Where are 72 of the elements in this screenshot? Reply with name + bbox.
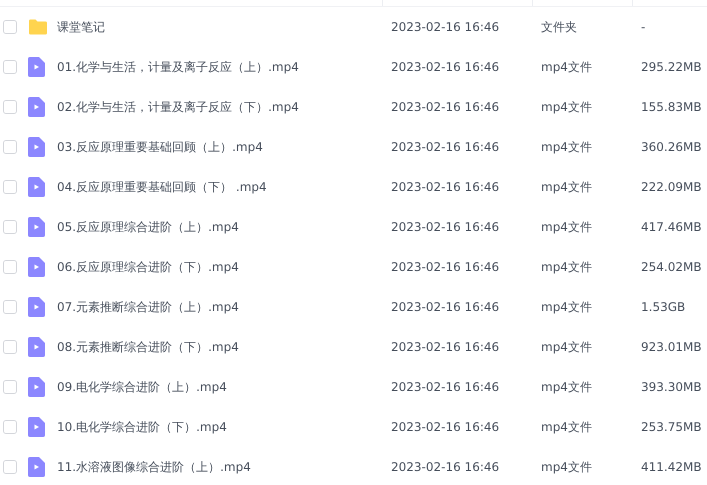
checkbox[interactable]	[3, 420, 17, 434]
video-file-icon	[28, 417, 45, 437]
file-name[interactable]: 11.水溶液图像综合进阶（上）.mp4	[57, 458, 383, 476]
modified-time: 2023-02-16 16:46	[390, 20, 500, 34]
video-file-icon	[28, 457, 45, 477]
checkbox[interactable]	[3, 140, 17, 154]
file-name[interactable]: 08.元素推断综合进阶（下）.mp4	[57, 338, 383, 356]
modified-time: 2023-02-16 16:46	[390, 340, 500, 354]
checkbox[interactable]	[3, 180, 17, 194]
video-file-icon	[28, 97, 45, 117]
file-type: mp4文件	[540, 258, 593, 276]
video-file-icon	[28, 177, 45, 197]
modified-time: 2023-02-16 16:46	[390, 420, 500, 434]
video-file-icon	[28, 257, 45, 277]
modified-time: 2023-02-16 16:46	[390, 260, 500, 274]
file-size: 295.22MB	[640, 60, 703, 74]
file-type: mp4文件	[540, 138, 593, 156]
file-type: mp4文件	[540, 98, 593, 116]
file-name[interactable]: 05.反应原理综合进阶（上）.mp4	[57, 218, 383, 236]
modified-time: 2023-02-16 16:46	[390, 100, 500, 114]
file-size: 254.02MB	[640, 260, 703, 274]
file-name[interactable]: 03.反应原理重要基础回顾（上）.mp4	[57, 138, 383, 156]
folder-icon	[28, 19, 48, 35]
file-type: mp4文件	[540, 418, 593, 436]
video-file-icon	[28, 217, 45, 237]
file-size: 1.53GB	[640, 300, 686, 314]
file-type: mp4文件	[540, 178, 593, 196]
checkbox[interactable]	[3, 300, 17, 314]
modified-time: 2023-02-16 16:46	[390, 60, 500, 74]
modified-time: 2023-02-16 16:46	[390, 460, 500, 474]
video-file-icon	[28, 297, 45, 317]
checkbox[interactable]	[3, 340, 17, 354]
video-file-icon	[28, 377, 45, 397]
file-size: 360.26MB	[640, 140, 703, 154]
checkbox[interactable]	[3, 60, 17, 74]
file-size: 417.46MB	[640, 220, 703, 234]
checkbox[interactable]	[3, 100, 17, 114]
file-name[interactable]: 10.电化学综合进阶（下）.mp4	[57, 418, 383, 436]
checkbox[interactable]	[3, 380, 17, 394]
checkbox[interactable]	[3, 220, 17, 234]
file-name[interactable]: 01.化学与生活，计量及离子反应（上）.mp4	[57, 58, 383, 76]
checkbox[interactable]	[3, 460, 17, 474]
file-size: 222.09MB	[640, 180, 703, 194]
modified-time: 2023-02-16 16:46	[390, 180, 500, 194]
checkbox[interactable]	[3, 20, 17, 34]
file-size: 393.30MB	[640, 380, 703, 394]
checkbox[interactable]	[3, 260, 17, 274]
file-name[interactable]: 06.反应原理综合进阶（下）.mp4	[57, 258, 383, 276]
file-name[interactable]: 09.电化学综合进阶（上）.mp4	[57, 378, 383, 396]
file-size: 155.83MB	[640, 100, 703, 114]
file-type: mp4文件	[540, 338, 593, 356]
file-size: 411.42MB	[640, 460, 703, 474]
file-type: mp4文件	[540, 218, 593, 236]
modified-time: 2023-02-16 16:46	[390, 300, 500, 314]
file-size: -	[640, 20, 646, 34]
file-name[interactable]: 07.元素推断综合进阶（上）.mp4	[57, 298, 383, 316]
file-size: 923.01MB	[640, 340, 703, 354]
video-file-icon	[28, 57, 45, 77]
file-type: mp4文件	[540, 378, 593, 396]
file-type: mp4文件	[540, 298, 593, 316]
modified-time: 2023-02-16 16:46	[390, 380, 500, 394]
modified-time: 2023-02-16 16:46	[390, 220, 500, 234]
file-type: mp4文件	[540, 458, 593, 476]
modified-time: 2023-02-16 16:46	[390, 140, 500, 154]
video-file-icon	[28, 337, 45, 357]
file-name[interactable]: 课堂笔记	[57, 18, 383, 36]
file-type: mp4文件	[540, 58, 593, 76]
file-name[interactable]: 04.反应原理重要基础回顾（下） .mp4	[57, 178, 383, 196]
file-size: 253.75MB	[640, 420, 703, 434]
video-file-icon	[28, 137, 45, 157]
file-type: 文件夹	[540, 18, 578, 36]
file-name[interactable]: 02.化学与生活，计量及离子反应（下）.mp4	[57, 98, 383, 116]
